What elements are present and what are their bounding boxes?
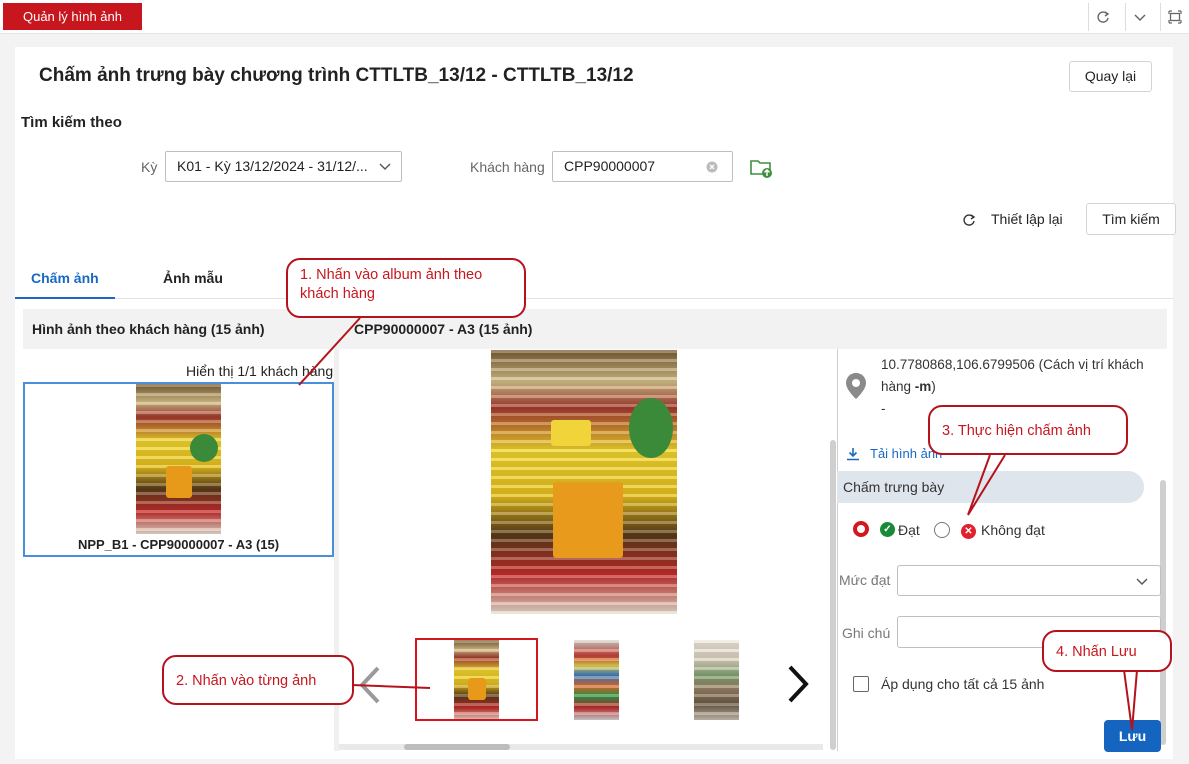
callout-step-3: 3. Thực hiện chấm ảnh [928, 405, 1128, 455]
chevron-down-icon [379, 163, 391, 170]
apply-all-label: Áp dụng cho tất cả 15 ảnh [881, 676, 1045, 692]
album-card[interactable]: NPP_B1 - CPP90000007 - A3 (15) [23, 382, 334, 557]
app-tab[interactable]: Quản lý hình ảnh [3, 3, 142, 30]
folder-upload-icon[interactable] [750, 157, 774, 179]
reset-button[interactable]: Thiết lập lại [948, 204, 1077, 235]
radio-fail[interactable] [934, 522, 950, 538]
tab-divider [15, 298, 1173, 299]
coords-suffix: ) [931, 379, 936, 394]
tab-cham-anh[interactable]: Chấm ảnh [31, 270, 99, 286]
album-caption: NPP_B1 - CPP90000007 - A3 (15) [77, 537, 280, 552]
tab-anh-mau[interactable]: Ảnh mẫu [163, 270, 223, 286]
main-photo [491, 350, 677, 614]
next-arrow-icon[interactable] [786, 664, 810, 704]
coords-unit: -m [914, 379, 932, 394]
location-dash: - [881, 401, 886, 416]
callout-step-1: 1. Nhấn vào album ảnh theo khách hàng [286, 258, 526, 318]
section-cham-trung-bay: Chấm trưng bày [837, 471, 1144, 503]
prev-arrow-icon[interactable] [358, 665, 382, 705]
fail-label: Không đạt [981, 522, 1045, 538]
content-heading-bar: Hình ảnh theo khách hàng (15 ảnh) CPP900… [23, 309, 1167, 349]
radio-pass[interactable] [853, 521, 869, 537]
chevron-down-icon[interactable] [1125, 3, 1153, 31]
period-value: K01 - Kỳ 13/12/2024 - 31/12/... [177, 158, 368, 174]
viewer-scrollbar[interactable] [830, 440, 836, 750]
callout-step-4: 4. Nhấn Lưu [1042, 630, 1172, 672]
reset-icon [963, 214, 976, 226]
page-title: Chấm ảnh trưng bày chương trình CTTLTB_1… [39, 65, 634, 86]
window-topbar: Quản lý hình ảnh [0, 0, 1189, 34]
chevron-down-icon [1136, 578, 1148, 585]
back-button[interactable]: Quay lại [1069, 61, 1152, 92]
check-circle-icon: ✓ [880, 522, 895, 537]
reset-label: Thiết lập lại [991, 211, 1063, 227]
note-label: Ghi chú [842, 625, 891, 641]
location-pin-icon [846, 373, 866, 399]
customer-label: Khách hàng [470, 159, 545, 175]
selected-thumbnail-frame [415, 638, 538, 721]
album-display-count: Hiển thị 1/1 khách hàng [186, 363, 334, 379]
period-select[interactable]: K01 - Kỳ 13/12/2024 - 31/12/... [165, 151, 402, 182]
details-scrollbar[interactable] [1160, 480, 1166, 745]
download-icon [847, 448, 859, 461]
level-label: Mức đạt [839, 572, 891, 588]
clear-icon[interactable] [706, 161, 718, 173]
thumbnail-3[interactable] [694, 640, 739, 720]
album-cover-image [136, 384, 221, 534]
period-label: Kỳ [141, 159, 158, 175]
save-button[interactable]: Lưu [1104, 720, 1161, 752]
customer-input[interactable]: CPP90000007 [552, 151, 733, 182]
customer-value: CPP90000007 [564, 158, 656, 174]
search-title: Tìm kiếm theo [21, 114, 122, 131]
level-select[interactable] [897, 565, 1161, 596]
x-circle-icon: ✕ [961, 524, 976, 539]
thumbnail-2[interactable] [574, 640, 619, 720]
horizontal-scrollbar[interactable] [339, 744, 823, 750]
refresh-icon[interactable] [1088, 3, 1116, 31]
apply-all-checkbox[interactable] [853, 676, 869, 692]
search-button[interactable]: Tìm kiếm [1086, 203, 1176, 235]
viewer-heading: CPP90000007 - A3 (15 ảnh) [354, 321, 533, 337]
album-panel-heading: Hình ảnh theo khách hàng (15 ảnh) [32, 321, 265, 337]
callout-step-2: 2. Nhấn vào từng ảnh [162, 655, 354, 705]
pass-label: Đạt [898, 522, 920, 538]
maximize-icon[interactable] [1160, 3, 1188, 31]
active-tab-indicator [15, 297, 115, 299]
